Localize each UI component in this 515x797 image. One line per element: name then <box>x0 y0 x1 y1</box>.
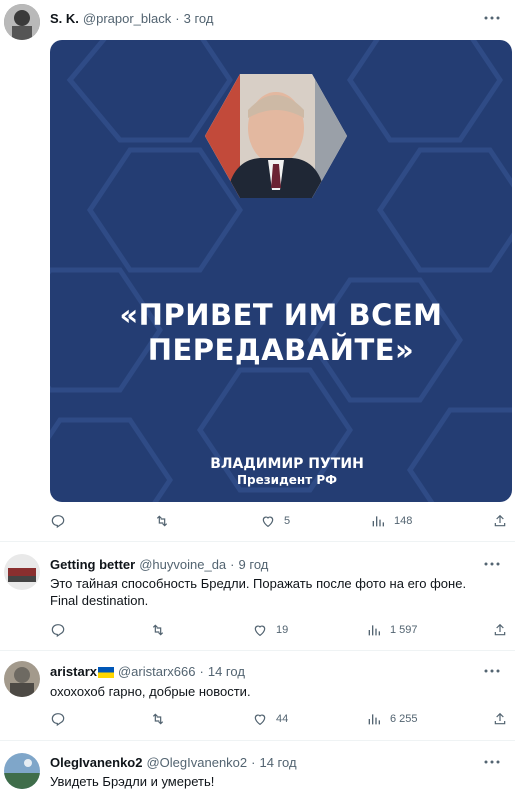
user-handle[interactable]: @huyvoine_da <box>139 557 226 572</box>
avatar[interactable] <box>4 661 40 697</box>
like-count: 44 <box>276 713 289 725</box>
retweet-icon <box>156 515 168 527</box>
user-handle[interactable]: @prapor_black <box>83 11 171 26</box>
avatar-image <box>4 753 40 789</box>
more-icon[interactable] <box>483 10 501 28</box>
tweet-header: OlegIvanenko2 @OlegIvanenko2 · 14 год <box>50 752 475 772</box>
quote-author-title: Президент РФ <box>236 473 338 487</box>
tweet-2[interactable]: Getting better @huyvoine_da · 9 год Это … <box>0 542 515 647</box>
reply-button[interactable] <box>50 513 66 529</box>
tweet-4[interactable]: OlegIvanenko2 @OlegIvanenko2 · 14 год Ув… <box>0 741 515 797</box>
like-button[interactable]: 19 <box>252 622 288 638</box>
like-icon <box>254 714 266 726</box>
reply-button[interactable] <box>50 711 66 727</box>
retweet-icon <box>152 624 164 636</box>
display-name[interactable]: Getting better <box>50 557 135 572</box>
separator-dot: · <box>175 10 180 26</box>
views-icon <box>372 516 384 527</box>
share-button[interactable] <box>492 513 508 529</box>
like-icon <box>254 625 266 637</box>
views-button[interactable]: 6 255 <box>366 711 418 727</box>
retweet-button[interactable] <box>150 711 166 727</box>
ukraine-flag-icon <box>97 666 114 678</box>
user-handle[interactable]: @aristarx666 <box>118 664 196 679</box>
share-icon <box>494 623 506 636</box>
views-button[interactable]: 148 <box>370 513 412 529</box>
tweet-header: aristarx @aristarx666 · 14 год <box>50 661 475 681</box>
reply-button[interactable] <box>50 622 66 638</box>
views-count: 6 255 <box>390 713 418 725</box>
reply-icon <box>51 624 65 638</box>
share-icon <box>494 712 506 725</box>
separator-dot: · <box>230 556 235 572</box>
timestamp[interactable]: 14 год <box>259 755 296 770</box>
reply-icon <box>51 713 65 727</box>
avatar-image <box>4 4 40 40</box>
separator-dot: · <box>199 663 204 679</box>
display-name[interactable]: S. K. <box>50 11 79 26</box>
display-name[interactable]: OlegIvanenko2 <box>50 755 142 770</box>
views-count: 148 <box>394 515 413 527</box>
like-count: 19 <box>276 624 289 636</box>
timestamp[interactable]: 14 год <box>208 664 245 679</box>
views-count: 1 597 <box>390 624 418 636</box>
like-icon <box>262 516 274 528</box>
views-icon <box>368 714 380 725</box>
timestamp[interactable]: 3 год <box>184 11 214 26</box>
tweet-text: Это тайная способность Бредли. Поражать … <box>50 576 467 608</box>
quote-line-2: ПЕРЕДАВАЙТЕ» <box>147 333 415 367</box>
separator-dot: · <box>251 754 256 770</box>
quote-image-card[interactable]: «ПРИВЕТ ИМ ВСЕМ ПЕРЕДАВАЙТЕ» ВЛАДИМИР ПУ… <box>50 40 512 502</box>
tweet-header: S. K. @prapor_black · 3 год <box>50 8 475 28</box>
user-handle[interactable]: @OlegIvanenko2 <box>146 755 247 770</box>
share-button[interactable] <box>492 622 508 638</box>
like-button[interactable]: 5 <box>260 513 290 529</box>
retweet-button[interactable] <box>154 513 170 529</box>
share-icon <box>494 514 506 527</box>
share-button[interactable] <box>492 711 508 727</box>
timestamp[interactable]: 9 год <box>239 557 269 572</box>
avatar-image <box>4 661 40 697</box>
tweet-1[interactable]: S. K. @prapor_black · 3 год «ПРИВЕТ ИМ В… <box>0 0 515 540</box>
tweet-header: Getting better @huyvoine_da · 9 год <box>50 554 475 574</box>
display-name[interactable]: aristarx <box>50 664 97 679</box>
retweet-icon <box>152 713 164 725</box>
views-icon <box>368 625 380 636</box>
more-icon[interactable] <box>483 754 501 772</box>
more-icon[interactable] <box>483 663 501 681</box>
avatar[interactable] <box>4 753 40 789</box>
tweet-text: Увидеть Брэдли и умереть! <box>50 774 215 789</box>
tweet-text: охохохоб гарно, добрые новости. <box>50 684 251 699</box>
hexagon-background <box>50 40 512 502</box>
quote-author-name: ВЛАДИМИР ПУТИН <box>210 456 364 472</box>
avatar-image <box>4 554 40 590</box>
quote-line-1: «ПРИВЕТ ИМ ВСЕМ <box>119 298 443 332</box>
reply-icon <box>51 515 65 529</box>
avatar[interactable] <box>4 4 40 40</box>
tweet-3[interactable]: aristarx @aristarx666 · 14 год охохохоб … <box>0 651 515 739</box>
more-icon[interactable] <box>483 556 501 574</box>
avatar[interactable] <box>4 554 40 590</box>
like-button[interactable]: 44 <box>252 711 288 727</box>
like-count: 5 <box>284 515 291 527</box>
views-button[interactable]: 1 597 <box>366 622 418 638</box>
retweet-button[interactable] <box>150 622 166 638</box>
